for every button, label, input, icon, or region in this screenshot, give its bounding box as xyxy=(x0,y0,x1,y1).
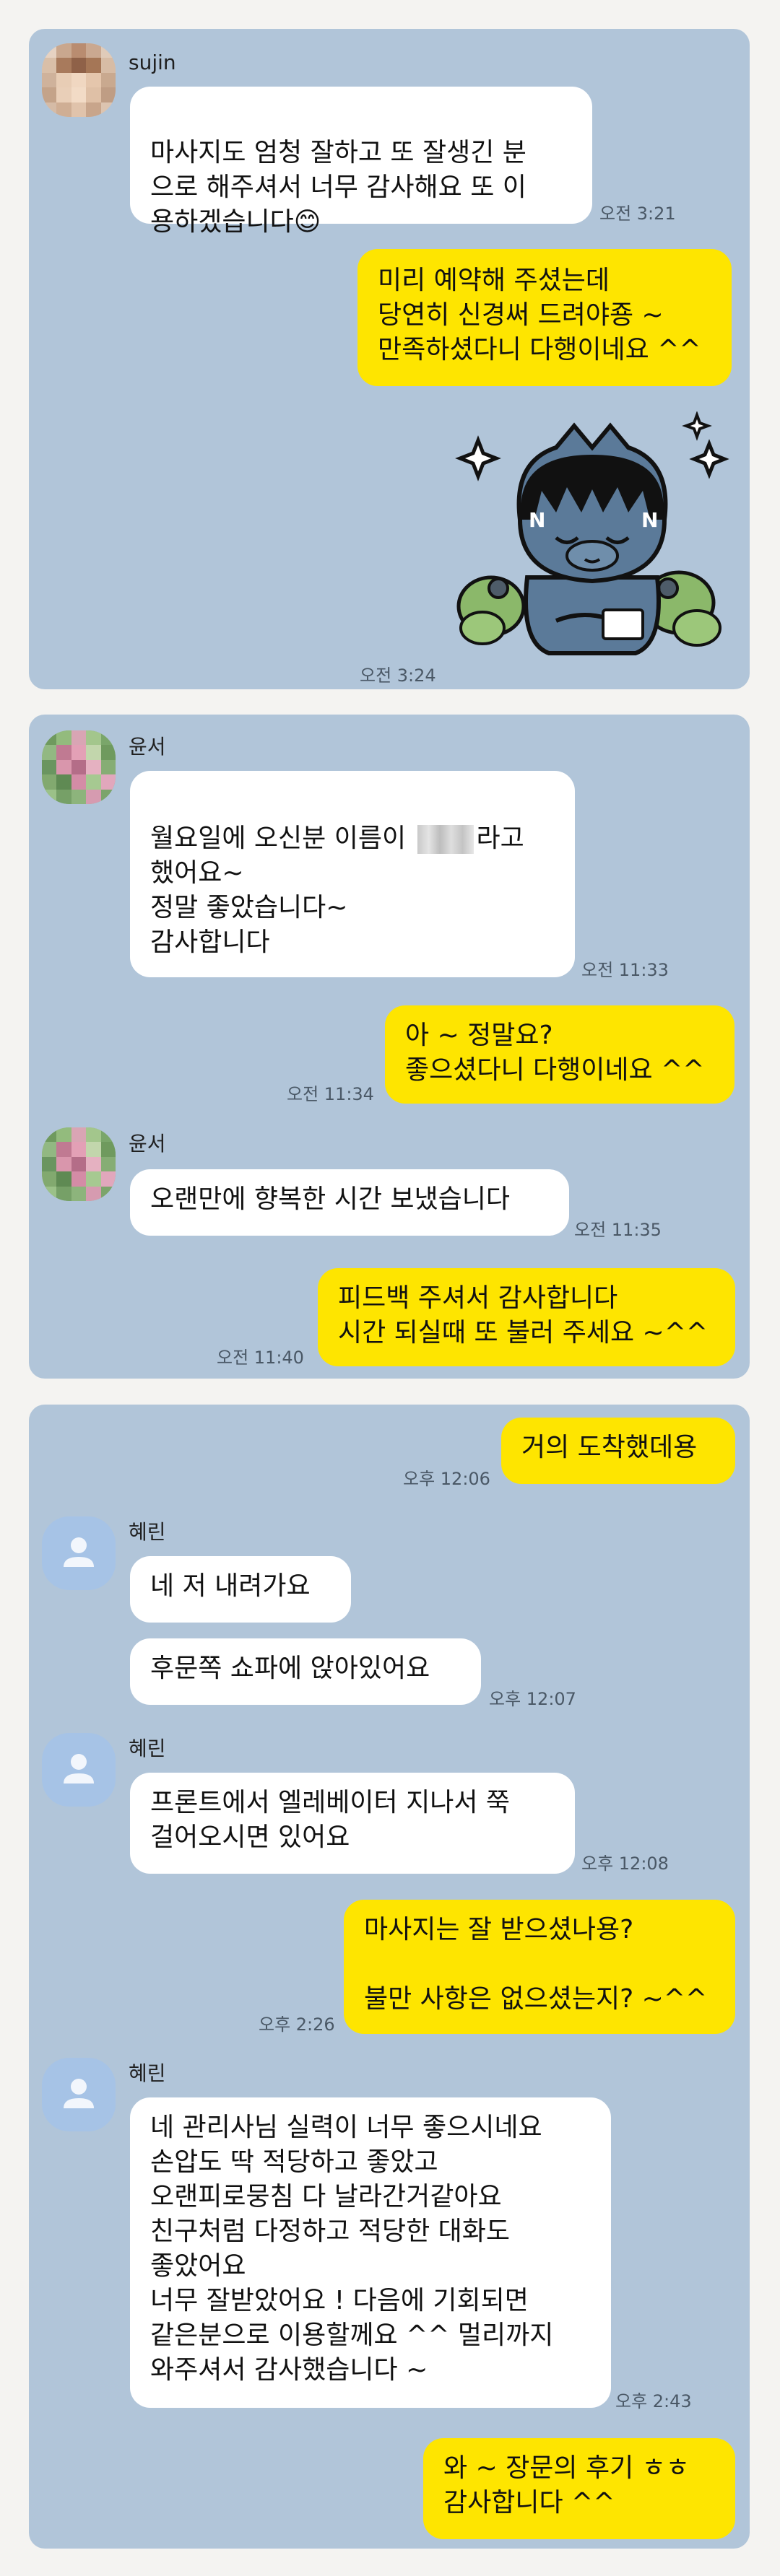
smile-emoji: 😊 xyxy=(293,207,321,237)
avatar-hyerin[interactable] xyxy=(42,1733,116,1807)
message-time: 오후 12:06 xyxy=(403,1469,490,1489)
message-bubble[interactable]: 네 저 내려가요 xyxy=(130,1556,351,1623)
message-time: 오후 12:08 xyxy=(581,1854,669,1874)
person-silhouette-icon xyxy=(64,1537,94,1567)
sender-name: 윤서 xyxy=(129,735,166,759)
avatar-yunseo[interactable] xyxy=(42,730,116,804)
sender-name: 혜린 xyxy=(129,2061,166,2085)
message-bubble[interactable]: 마사지도 엄청 잘하고 또 잘생긴 분 으로 해주셔서 너무 감사해요 또 이 … xyxy=(130,87,592,237)
avatar-hyerin[interactable] xyxy=(42,2058,116,2131)
chat-panel-1: sujin 마사지도 엄청 잘하고 또 잘생긴 분 으로 해주셔서 너무 감사해… xyxy=(29,29,750,689)
message-time: 오전 11:33 xyxy=(581,960,669,980)
message-time: 오후 2:26 xyxy=(259,2014,335,2035)
message-time: 오전 3:24 xyxy=(360,665,436,686)
message-bubble[interactable]: 프론트에서 엘레베이터 지나서 쭉 걸어오시면 있어요 xyxy=(130,1773,575,1874)
person-silhouette-icon xyxy=(64,2079,94,2108)
kakao-friends-character-sticker[interactable]: N N xyxy=(448,411,737,660)
sparkle-icon xyxy=(689,439,729,479)
message-bubble[interactable]: 아 ~ 정말요? 좋으셨다니 다행이네요 ^^ xyxy=(385,1005,734,1104)
sender-name: 윤서 xyxy=(129,1132,166,1156)
chat-panel-3: 거의 도착했데용 오후 12:06 혜린 네 저 내려가요 후문쪽 쇼파에 앉아… xyxy=(29,1405,750,2549)
message-time: 오후 2:43 xyxy=(615,2391,692,2411)
message-time: 오후 12:07 xyxy=(489,1689,576,1709)
svg-text:N: N xyxy=(641,508,658,532)
blurred-name xyxy=(417,825,474,854)
avatar-hyerin[interactable] xyxy=(42,1516,116,1590)
message-bubble[interactable]: 후문쪽 쇼파에 앉아있어요 xyxy=(130,1638,481,1705)
message-time: 오전 11:35 xyxy=(574,1220,662,1240)
message-time: 오전 3:21 xyxy=(599,204,676,224)
message-text: 마사지도 엄청 잘하고 또 잘생긴 분 으로 해주셔서 너무 감사해요 또 이 … xyxy=(150,138,526,237)
message-time: 오전 11:34 xyxy=(287,1084,374,1104)
message-bubble[interactable]: 거의 도착했데용 xyxy=(501,1418,735,1484)
message-bubble[interactable]: 마사지는 잘 받으셨나용? 불만 사항은 없으셨는지? ~^^ xyxy=(344,1900,735,2034)
message-bubble[interactable]: 와 ~ 장문의 후기 ㅎㅎ 감사합니다 ^^ xyxy=(423,2438,735,2539)
message-bubble[interactable]: 네 관리사님 실력이 너무 좋으시네요 손압도 딱 적당하고 좋았고 오랜피로뭉… xyxy=(130,2097,611,2408)
message-bubble[interactable]: 월요일에 오신분 이름이 라고 했어요~ 정말 좋았습니다~ 감사합니다 xyxy=(130,771,575,977)
sender-name: 혜린 xyxy=(129,1737,166,1760)
avatar-yunseo[interactable] xyxy=(42,1127,116,1201)
message-bubble[interactable]: 오랜만에 향복한 시간 보냈습니다 xyxy=(130,1169,569,1236)
sender-name: 혜린 xyxy=(129,1520,166,1544)
message-bubble[interactable]: 미리 예약해 주셨는데 당연히 신경써 드려야죵 ~ 만족하셨다니 다행이네요 … xyxy=(358,249,732,386)
message-text: 월요일에 오신분 이름이 xyxy=(150,824,415,853)
sparkle-icon xyxy=(682,411,712,441)
chat-panel-2: 윤서 월요일에 오신분 이름이 라고 했어요~ 정말 좋았습니다~ 감사합니다 … xyxy=(29,715,750,1379)
person-silhouette-icon xyxy=(64,1754,94,1783)
svg-text:N: N xyxy=(529,508,545,532)
sender-name: sujin xyxy=(129,51,176,74)
sparkle-icon xyxy=(455,435,501,481)
avatar-sujin[interactable] xyxy=(42,43,116,117)
message-bubble[interactable]: 피드백 주셔서 감사합니다 시간 되실때 또 불러 주세요 ~^^ xyxy=(318,1268,735,1366)
message-time: 오전 11:40 xyxy=(217,1348,304,1368)
